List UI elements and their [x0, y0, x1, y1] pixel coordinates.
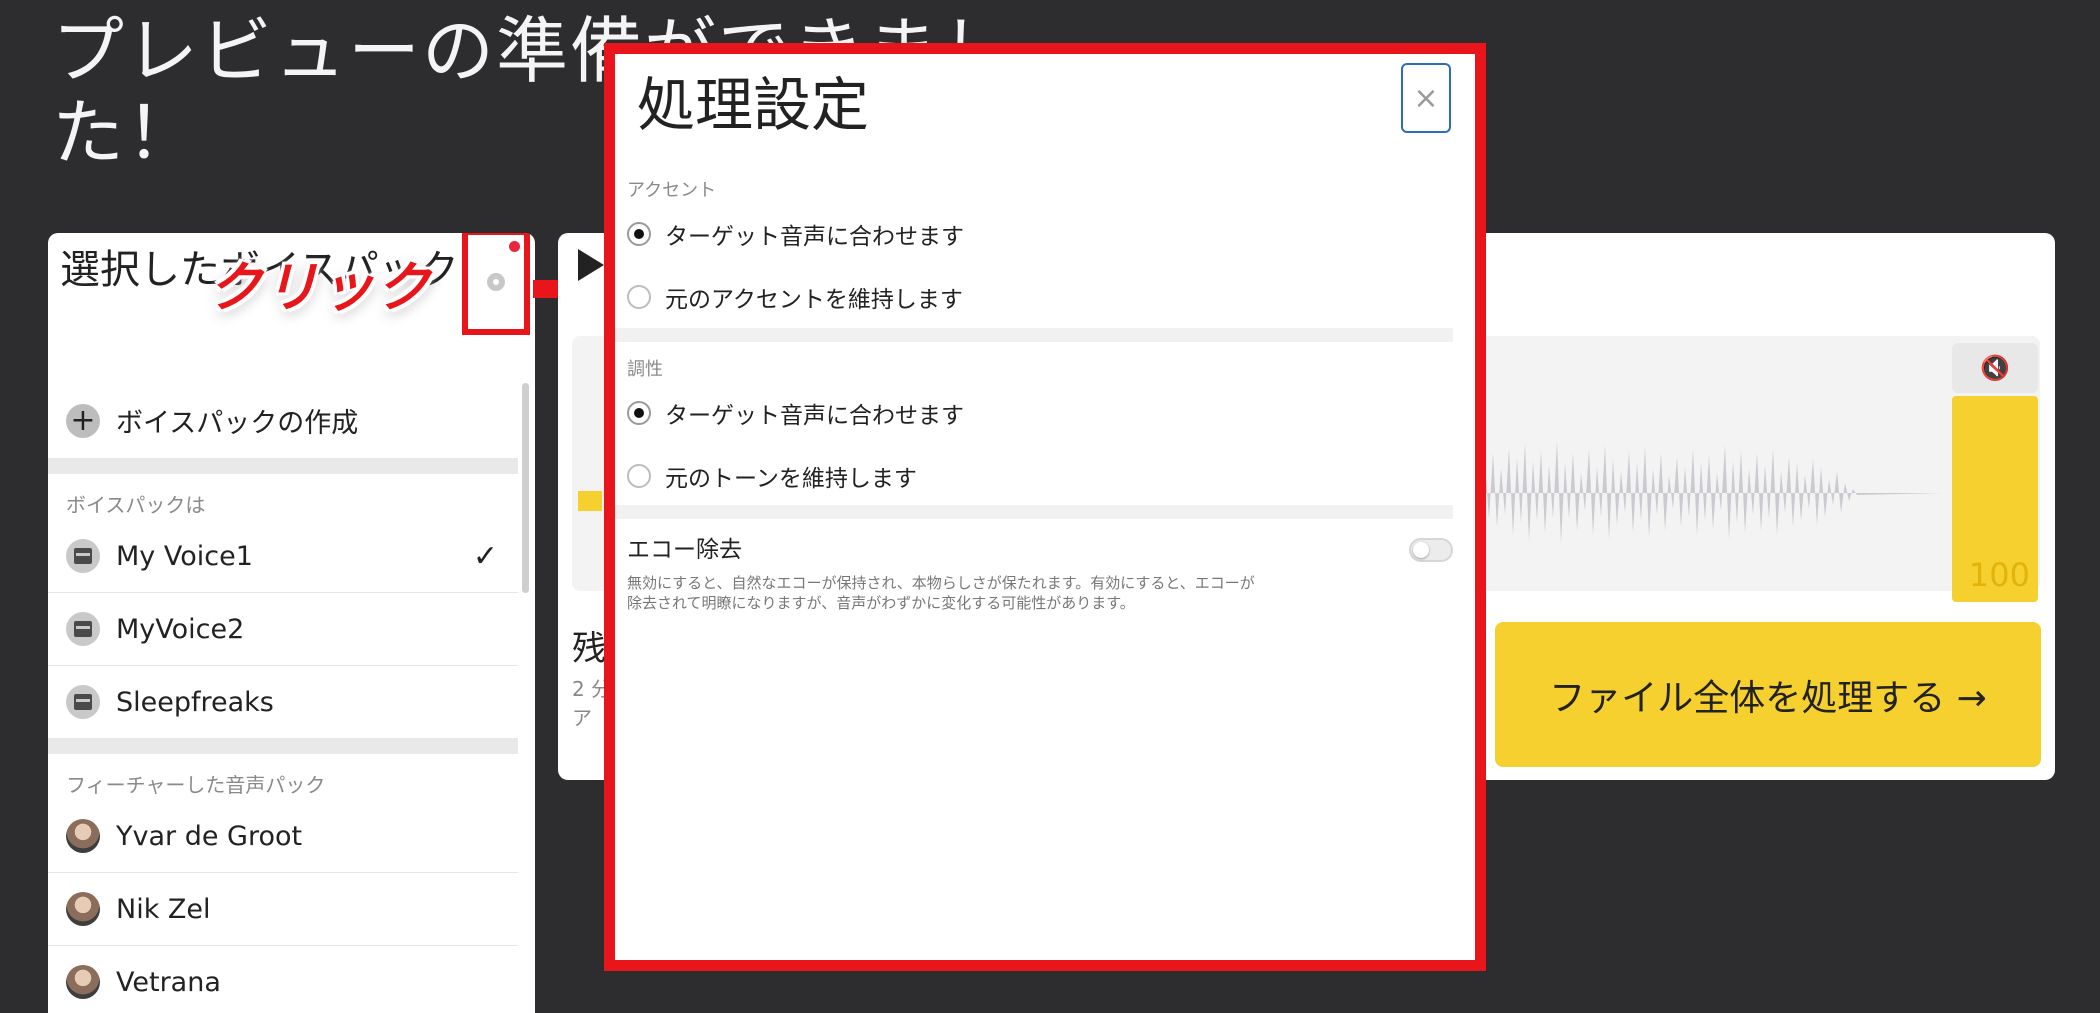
accent-option-label: ターゲット音声に合わせます: [665, 224, 964, 250]
mute-button[interactable]: 🔇: [1952, 343, 2038, 393]
create-voice-pack-button[interactable]: + ボイスパックの作成: [48, 383, 518, 458]
plus-icon: +: [66, 403, 100, 438]
tone-section-label: 調性: [627, 359, 663, 380]
featured-voice-name: Yvar de Groot: [116, 820, 303, 852]
featured-voice-item[interactable]: Vetrana: [48, 946, 518, 1013]
voice-packs-section-header: ボイスパックは: [66, 493, 206, 517]
playhead-marker: [578, 491, 602, 511]
featured-voice-name: Vetrana: [116, 966, 221, 998]
play-icon[interactable]: [578, 249, 604, 281]
tone-option-label: 元のトーンを維持します: [665, 466, 917, 492]
mute-icon: 🔇: [1980, 354, 2010, 382]
close-button[interactable]: ×: [1401, 63, 1451, 133]
voice-pack-name: My Voice1: [116, 540, 253, 572]
voice-pack-item[interactable]: Sleepfreaks: [48, 666, 518, 738]
featured-voice-name: Nik Zel: [116, 893, 211, 925]
radio-checked[interactable]: [627, 222, 651, 246]
close-icon: ×: [1413, 80, 1439, 116]
check-icon: ✓: [472, 538, 498, 574]
create-voice-pack-label: ボイスパックの作成: [116, 408, 359, 439]
accent-section-label: アクセント: [627, 180, 717, 201]
processing-settings-modal: 処理設定 × アクセント ターゲット音声に合わせます 元のアクセントを維持します…: [604, 43, 1486, 971]
voice-pack-item[interactable]: MyVoice2: [48, 593, 518, 666]
avatar: [66, 819, 100, 853]
voice-pack-icon: [66, 685, 100, 719]
section-divider: [615, 328, 1453, 342]
waveform-graphic: [1473, 441, 1943, 543]
notification-dot: [509, 241, 520, 252]
voice-pack-item[interactable]: My Voice1 ✓: [48, 520, 518, 593]
tone-option-keep[interactable]: 元のトーンを維持します: [627, 459, 917, 493]
scrollbar[interactable]: [522, 383, 529, 593]
level-value: 100: [1968, 556, 2030, 594]
gear-icon: [487, 273, 505, 291]
voice-pack-name: MyVoice2: [116, 613, 245, 645]
voice-pack-panel: 選択したボイスパック クリック + ボイスパックの作成 ボイスパックは My V…: [48, 233, 535, 1013]
featured-section-header: フィーチャーした音声パック: [66, 773, 326, 797]
featured-voice-item[interactable]: Yvar de Groot: [48, 800, 518, 873]
accent-option-label: 元のアクセントを維持します: [665, 287, 963, 313]
level-slider[interactable]: 100: [1952, 396, 2038, 602]
voice-pack-name: Sleepfreaks: [116, 686, 274, 718]
tone-option-label: ターゲット音声に合わせます: [665, 403, 964, 429]
avatar: [66, 892, 100, 926]
process-full-file-button[interactable]: ファイル全体を処理する →: [1495, 622, 2041, 767]
accent-option-keep[interactable]: 元のアクセントを維持します: [627, 280, 963, 314]
click-annotation: クリック: [208, 256, 432, 319]
echo-removal-description: 無効にすると、自然なエコーが保持され、本物らしさが保たれます。有効にすると、エコ…: [627, 574, 1255, 612]
echo-removal-title: エコー除去: [627, 537, 742, 563]
voice-pack-icon: [66, 612, 100, 646]
featured-voice-item[interactable]: Nik Zel: [48, 873, 518, 946]
radio-unchecked[interactable]: [627, 285, 651, 309]
radio-checked[interactable]: [627, 401, 651, 425]
radio-unchecked[interactable]: [627, 464, 651, 488]
voice-pack-icon: [66, 539, 100, 573]
accent-option-match[interactable]: ターゲット音声に合わせます: [627, 217, 964, 251]
section-divider: [615, 505, 1453, 519]
partial-heading: 残: [572, 629, 606, 669]
divider: [48, 458, 518, 474]
echo-removal-toggle[interactable]: [1409, 538, 1453, 562]
divider: [48, 738, 518, 754]
settings-button[interactable]: [462, 233, 530, 335]
modal-title: 処理設定: [637, 71, 870, 139]
tone-option-match[interactable]: ターゲット音声に合わせます: [627, 396, 964, 430]
avatar: [66, 965, 100, 999]
